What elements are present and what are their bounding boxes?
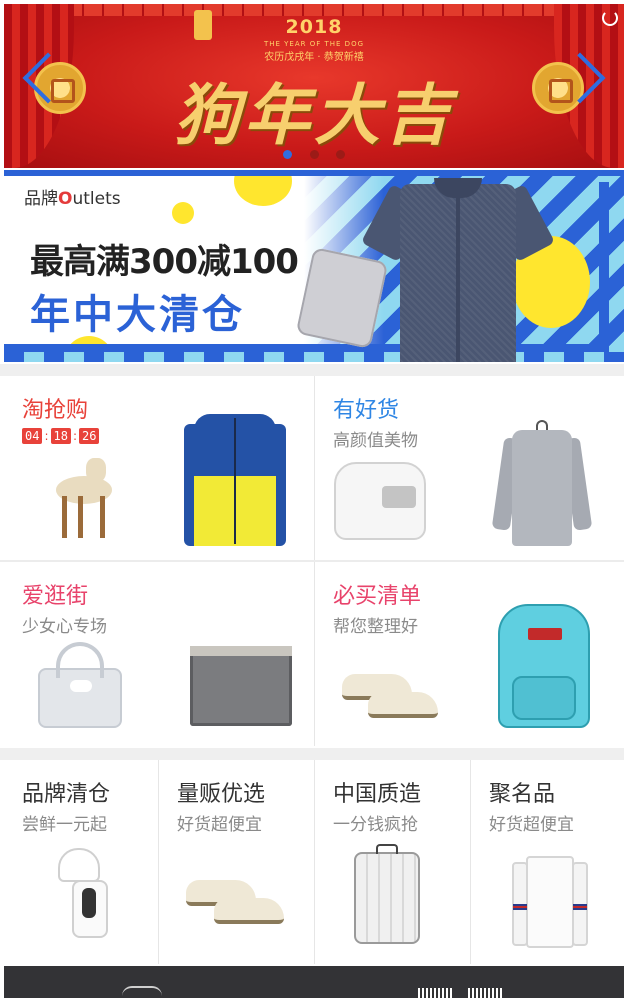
carousel-dots (4, 144, 624, 163)
product-image-dress-shirt (512, 852, 588, 948)
product-image-windbreaker (184, 414, 286, 548)
card-title: 量贩优选 (177, 782, 266, 807)
card-subtitle: 好货超便宜 (177, 815, 262, 835)
product-image-luggage (354, 844, 420, 944)
card-title: 品牌清仓 (22, 782, 111, 807)
footer-bar (4, 966, 624, 998)
product-image-shoes (186, 876, 286, 932)
card-subtitle: 高颜值美物 (333, 431, 418, 451)
banner-carousel[interactable]: 2018 THE YEAR OF THE DOG 农历戊戌年 · 恭贺新禧 狗年… (4, 4, 624, 168)
card-liangfan-youxuan[interactable]: 量贩优选 好货超便宜 (159, 760, 313, 964)
timer-seconds: 26 (79, 428, 100, 444)
curtain-valance (4, 4, 624, 16)
card-title: 爱逛街 (22, 584, 89, 609)
product-image-garment-steamer (58, 848, 114, 940)
card-subtitle: 帮您整理好 (333, 617, 418, 637)
product-image-trench-coat (491, 420, 593, 546)
carousel-dot[interactable] (335, 150, 345, 159)
card-subtitle: 一分钱疯抢 (333, 815, 418, 835)
carousel-dot[interactable] (283, 150, 293, 159)
timer-minutes: 18 (50, 428, 71, 444)
countdown-timer: 04 : 18 : 26 (22, 428, 100, 444)
promo-headline: 最高满300减100 (30, 242, 299, 282)
card-subtitle: 好货超便宜 (489, 815, 574, 835)
product-image-shoes (342, 668, 446, 724)
promo-banner-outlets[interactable]: 品牌Outlets 最高满300减100 年中大清仓 (4, 170, 624, 362)
promo-subheadline: 年中大清仓 (30, 292, 245, 338)
product-image-backpack (498, 604, 590, 728)
card-title: 聚名品 (489, 782, 556, 807)
brand-logo: 品牌Outlets (24, 189, 121, 209)
refresh-icon[interactable] (602, 10, 618, 26)
card-title: 有好货 (333, 398, 400, 423)
card-subtitle: 尝鲜一元起 (22, 815, 107, 835)
product-image-stool (48, 456, 118, 546)
product-image-handbag (38, 642, 122, 728)
section-divider (0, 748, 624, 760)
banner-greeting: 农历戊戌年 · 恭贺新禧 (264, 52, 364, 63)
product-image-rice-cooker (334, 462, 426, 540)
card-title: 中国质造 (333, 782, 422, 807)
banner-year: 2018 (285, 16, 343, 38)
carousel-dot[interactable] (309, 150, 319, 159)
timer-hours: 04 (22, 428, 43, 444)
product-image-shirt (360, 176, 556, 362)
qr-code-icon (418, 988, 452, 998)
qr-code-icon (468, 988, 502, 998)
card-title: 必买清单 (333, 584, 422, 609)
footer-logo-icon (122, 986, 162, 996)
banner-year-english: THE YEAR OF THE DOG (263, 40, 365, 48)
section-divider (0, 364, 624, 376)
card-subtitle: 少女心专场 (22, 617, 107, 637)
product-image-wallet (190, 646, 292, 726)
card-title: 淘抢购 (22, 398, 89, 423)
